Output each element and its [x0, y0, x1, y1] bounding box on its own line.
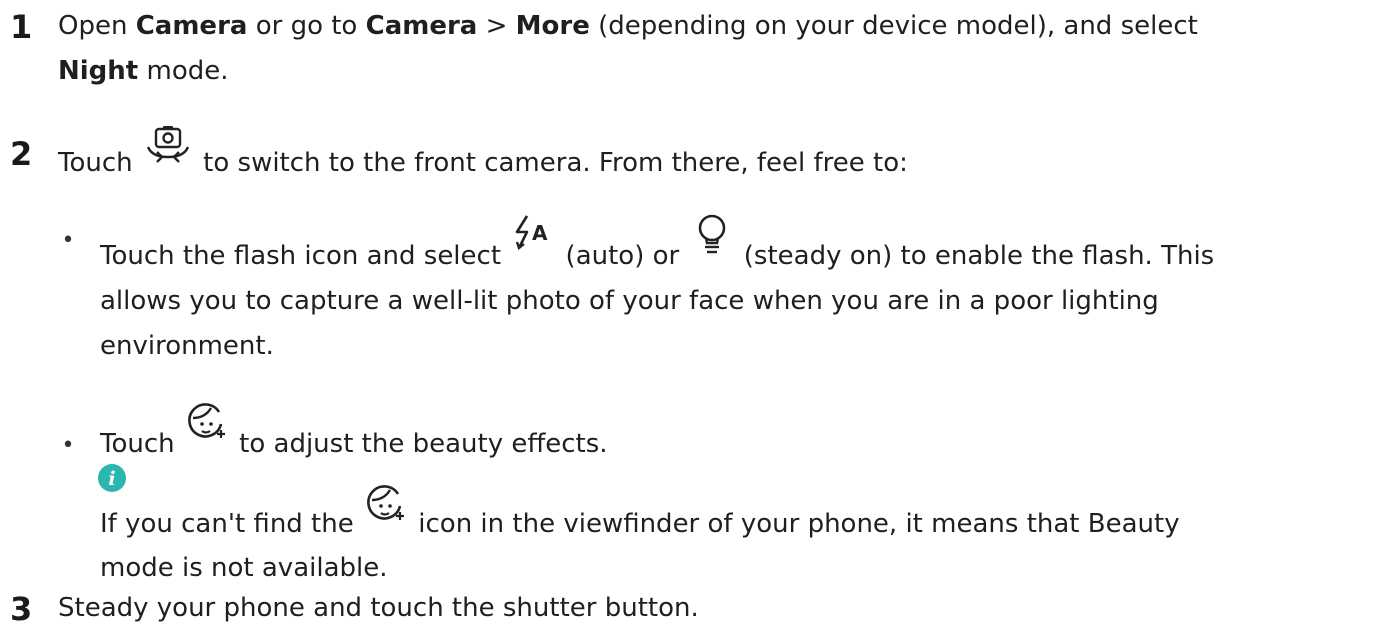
- flash-auto-icon: A: [511, 212, 555, 256]
- step-2-text: Touch to switch to the front camera. Fro…: [58, 126, 1358, 186]
- bulb-icon: [690, 212, 734, 256]
- bullet-dot: •: [61, 433, 75, 458]
- svg-text:i: i: [108, 468, 115, 490]
- bullet-flash: Touch the flash icon and select A (auto)…: [100, 214, 1370, 369]
- step-number: 1: [10, 8, 33, 46]
- step-1-text: Open Camera or go to Camera > More (depe…: [58, 11, 1198, 86]
- beauty-face-icon: [185, 400, 229, 444]
- switch-camera-icon: [143, 125, 193, 165]
- svg-text:A: A: [532, 221, 548, 245]
- bullet-beauty: Touch to adjust the beauty effects.: [100, 403, 1370, 467]
- step-number: 2: [10, 135, 33, 173]
- step-number: 3: [10, 590, 33, 628]
- step-3-text: Steady your phone and touch the shutter …: [58, 593, 699, 623]
- bullet-dot: •: [61, 228, 75, 253]
- beauty-face-icon: [364, 482, 408, 526]
- note-text: If you can't find the icon in the viewfi…: [100, 485, 1370, 590]
